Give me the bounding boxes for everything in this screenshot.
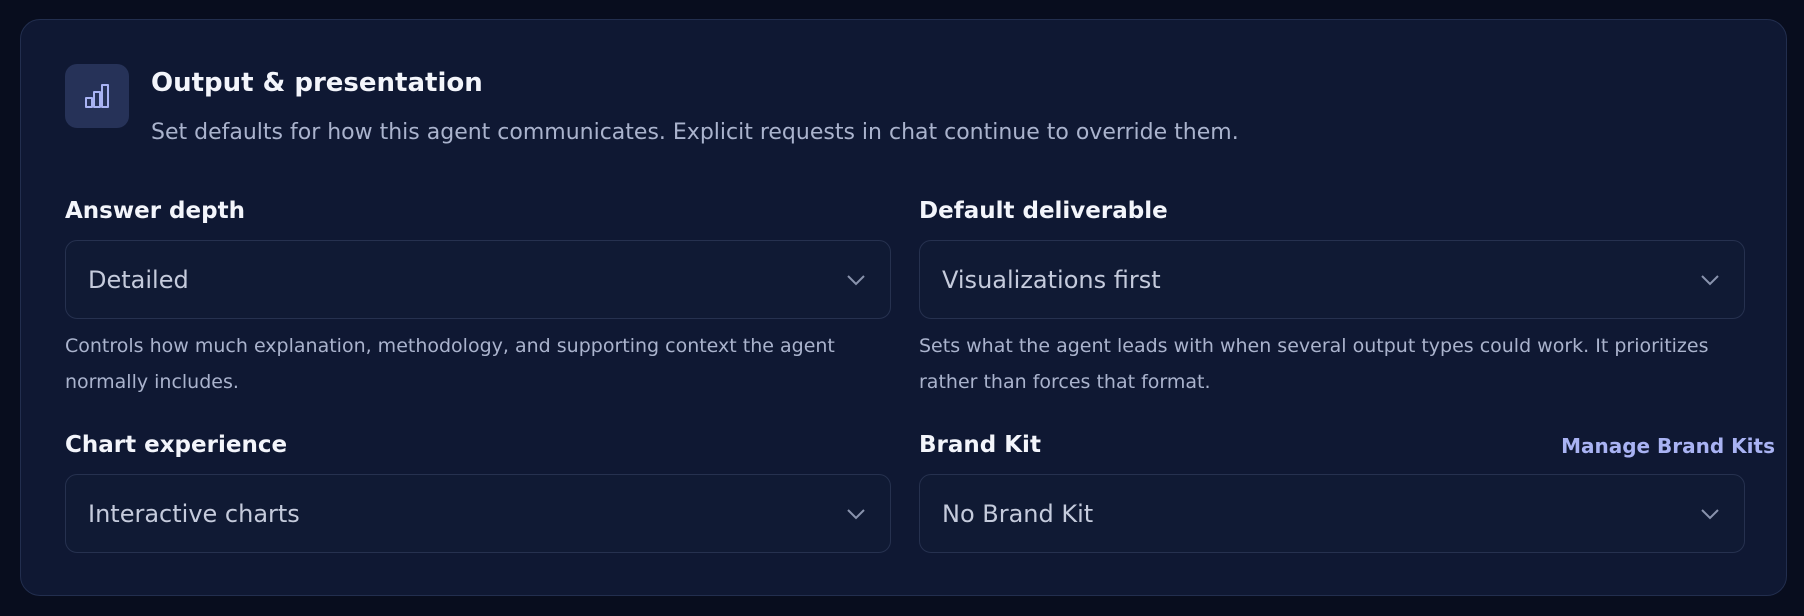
chevron-down-icon bbox=[1701, 508, 1719, 519]
section-subtitle: Set defaults for how this agent communic… bbox=[151, 120, 1239, 145]
answer-depth-label: Answer depth bbox=[65, 198, 245, 224]
chart-experience-select[interactable]: Interactive charts bbox=[65, 474, 891, 553]
answer-depth-select[interactable]: Detailed bbox=[65, 240, 891, 319]
brand-kit-value: No Brand Kit bbox=[942, 499, 1094, 528]
manage-brand-kits-link[interactable]: Manage Brand Kits bbox=[1561, 434, 1775, 458]
brand-kit-label: Brand Kit bbox=[919, 432, 1041, 458]
bar-chart-icon bbox=[65, 64, 129, 128]
output-presentation-card: Output & presentation Set defaults for h… bbox=[20, 19, 1787, 596]
chart-experience-label: Chart experience bbox=[65, 432, 288, 458]
default-deliverable-label: Default deliverable bbox=[919, 198, 1168, 224]
brand-kit-select[interactable]: No Brand Kit bbox=[919, 474, 1745, 553]
chevron-down-icon bbox=[847, 274, 865, 285]
default-deliverable-help: Sets what the agent leads with when seve… bbox=[919, 335, 1709, 393]
chevron-down-icon bbox=[1701, 274, 1719, 285]
chart-experience-value: Interactive charts bbox=[88, 499, 300, 528]
chevron-down-icon bbox=[847, 508, 865, 519]
default-deliverable-value: Visualizations first bbox=[942, 265, 1161, 294]
answer-depth-value: Detailed bbox=[88, 265, 189, 294]
section-title: Output & presentation bbox=[151, 68, 483, 98]
answer-depth-help: Controls how much explanation, methodolo… bbox=[65, 335, 835, 393]
default-deliverable-select[interactable]: Visualizations first bbox=[919, 240, 1745, 319]
